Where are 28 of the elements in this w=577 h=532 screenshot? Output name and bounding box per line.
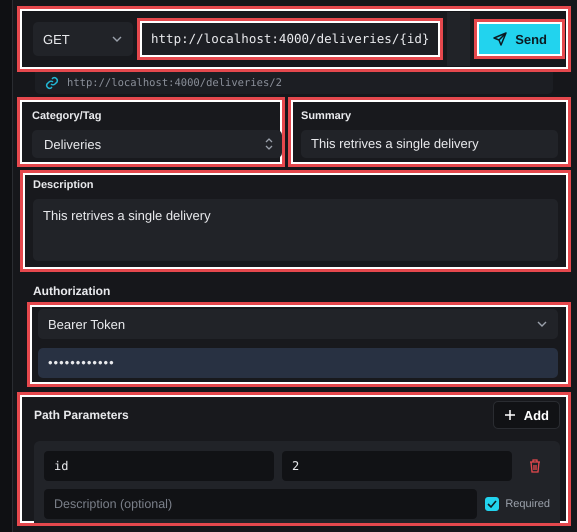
chevron-down-icon bbox=[111, 34, 123, 44]
send-button[interactable]: Send bbox=[479, 24, 560, 54]
url-field[interactable]: http://localhost:4000/deliveries/{id} bbox=[142, 23, 438, 55]
value-field[interactable]: 2 bbox=[282, 451, 512, 481]
send-icon bbox=[493, 32, 508, 46]
auth-type-dropdown[interactable]: Bearer Token bbox=[38, 309, 558, 339]
checkbox-label: Required bbox=[505, 498, 550, 510]
field-label: Description bbox=[33, 179, 95, 191]
description-field[interactable]: Description (optional) bbox=[44, 489, 478, 519]
name-field[interactable]: id bbox=[44, 451, 274, 481]
token-field[interactable]: •••••••••••• bbox=[38, 348, 558, 378]
description-field[interactable]: This retrives a single delivery bbox=[33, 199, 558, 261]
link-icon bbox=[45, 76, 59, 90]
trash-icon bbox=[529, 459, 541, 473]
chevron-down-icon bbox=[536, 319, 548, 329]
up-down-chevron-icon bbox=[264, 137, 274, 151]
check-icon bbox=[487, 499, 498, 509]
field-label: Summary bbox=[301, 110, 352, 122]
resolved-url: http://localhost:4000/deliveries/2 bbox=[67, 77, 282, 89]
method-dropdown[interactable]: GET bbox=[33, 22, 133, 56]
field-label: Category/Tag bbox=[32, 110, 102, 122]
add-button[interactable]: Add bbox=[492, 401, 560, 429]
section-title: Authorization bbox=[33, 284, 112, 298]
section-title: Path Parameters bbox=[34, 408, 129, 422]
required-checkbox[interactable] bbox=[485, 497, 500, 511]
category-dropdown[interactable]: Deliveries bbox=[32, 130, 282, 158]
plus-icon bbox=[504, 409, 516, 421]
summary-field[interactable]: This retrives a single delivery bbox=[301, 130, 558, 158]
